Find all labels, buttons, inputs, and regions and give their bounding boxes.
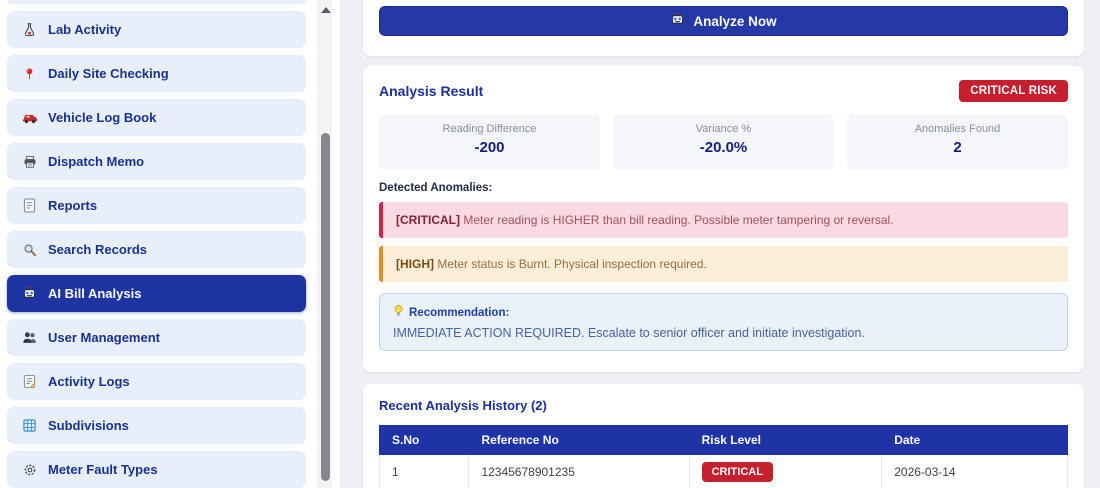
sidebar-item-label: Vehicle Log Book (48, 110, 157, 125)
sidebar-item-vehicle-log-book[interactable]: Vehicle Log Book (7, 99, 306, 136)
lab-flask-icon (21, 21, 38, 38)
metric-label: Anomalies Found (914, 123, 1001, 135)
map-pin-icon (21, 65, 38, 82)
history-card: Recent Analysis History (2) S.No Referenc… (363, 384, 1084, 488)
sidebar-scrollbar[interactable] (318, 0, 332, 488)
metric-value: 2 (953, 139, 962, 156)
analysis-result-title: Analysis Result (379, 83, 484, 99)
scrollbar-thumb[interactable] (321, 133, 330, 481)
recommendation-box: Recommendation: IMMEDIATE ACTION REQUIRE… (379, 293, 1068, 351)
sidebar-item-label: User Management (48, 330, 160, 345)
memo-icon (21, 373, 38, 390)
risk-level-badge: CRITICAL RISK (959, 80, 1068, 102)
cell-risk: CRITICAL (688, 454, 883, 488)
sidebar-item-search-records[interactable]: Search Records (7, 231, 306, 268)
grid-icon (21, 417, 38, 434)
sidebar-item-lab-activity[interactable]: Lab Activity (7, 11, 306, 48)
sidebar-item-partial (7, 0, 306, 4)
anomaly-text: Meter reading is HIGHER than bill readin… (463, 213, 894, 227)
anomalies-list: [CRITICAL] Meter reading is HIGHER than … (379, 202, 1068, 282)
detected-anomalies-label: Detected Anomalies: (379, 182, 493, 194)
document-icon (21, 197, 38, 214)
robot-icon (670, 12, 685, 30)
sidebar-item-label: Reports (48, 198, 98, 213)
sidebar-item-meter-fault-types[interactable]: Meter Fault Types (7, 451, 306, 488)
metrics-row: Reading Difference -200 Variance % -20.0… (379, 114, 1068, 170)
scroll-up-arrow-icon[interactable] (321, 7, 331, 13)
bulb-icon (393, 304, 404, 321)
metric-box: Variance % -20.0% (613, 114, 834, 170)
sidebar-item-user-management[interactable]: User Management (7, 319, 306, 356)
car-icon (21, 109, 38, 126)
recommendation-title: Recommendation: (409, 306, 510, 319)
search-icon (21, 241, 38, 258)
sidebar-item-dispatch-memo[interactable]: Dispatch Memo (7, 143, 306, 180)
anomaly-alert: [HIGH] Meter status is Burnt. Physical i… (379, 246, 1068, 282)
sidebar-item-label: Daily Site Checking (48, 66, 169, 81)
sidebar-item-daily-site-checking[interactable]: Daily Site Checking (7, 55, 306, 92)
metric-box: Reading Difference -200 (379, 114, 600, 170)
metric-value: -20.0% (699, 139, 748, 156)
sidebar-nav-list: Lab Activity Daily Site Checking Vehicle… (7, 0, 306, 488)
metric-label: Variance % (695, 123, 752, 135)
sidebar-item-subdivisions[interactable]: Subdivisions (7, 407, 306, 444)
users-icon (21, 329, 38, 346)
analyze-card: Analyze Now (363, 0, 1084, 56)
gear-icon (21, 461, 38, 478)
history-title: Recent Analysis History (2) (379, 398, 547, 413)
anomaly-severity: [CRITICAL] (396, 213, 460, 227)
history-table: S.No Reference No Risk Level Date 1 1234567… (378, 425, 1068, 488)
anomaly-severity: [HIGH] (396, 257, 434, 271)
sidebar: Lab Activity Daily Site Checking Vehicle… (0, 0, 340, 488)
sidebar-item-reports[interactable]: Reports (7, 187, 306, 224)
sidebar-item-label: Dispatch Memo (48, 154, 145, 169)
column-header-date: Date (881, 425, 1068, 455)
analyze-now-label: Analyze Now (693, 13, 777, 29)
printer-icon (21, 153, 38, 170)
history-header-row: S.No Reference No Risk Level Date (378, 425, 1068, 455)
sidebar-item-label: Meter Fault Types (48, 462, 158, 477)
sidebar-item-activity-logs[interactable]: Activity Logs (7, 363, 306, 400)
risk-badge: CRITICAL (701, 462, 773, 482)
column-header-reference-no: Reference No (468, 425, 690, 455)
metric-value: -200 (474, 139, 505, 156)
column-header-s-no: S.No (378, 425, 470, 455)
cell-reference: 12345678901235 (468, 454, 690, 488)
sidebar-item-label: Subdivisions (48, 418, 129, 433)
anomaly-text: Meter status is Burnt. Physical inspecti… (437, 257, 707, 271)
metric-label: Reading Difference (442, 123, 537, 135)
sidebar-item-label: Lab Activity (48, 22, 122, 37)
metric-box: Anomalies Found 2 (847, 114, 1068, 170)
recommendation-text: IMMEDIATE ACTION REQUIRED. Escalate to s… (393, 326, 865, 340)
sidebar-item-ai-bill-analysis[interactable]: AI Bill Analysis (7, 275, 306, 312)
sidebar-item-label: Search Records (48, 242, 147, 257)
cell-date: 2026-03-14 (881, 454, 1068, 488)
sidebar-item-label: Activity Logs (48, 374, 130, 389)
anomaly-alert: [CRITICAL] Meter reading is HIGHER than … (379, 202, 1068, 238)
analyze-now-button[interactable]: Analyze Now (379, 6, 1068, 36)
column-header-risk-level: Risk Level (688, 425, 883, 455)
analysis-result-card: Analysis Result CRITICAL RISK Reading Di… (363, 66, 1084, 372)
table-row: 1 12345678901235 CRITICAL 2026-03-14 (378, 454, 1068, 488)
robot-icon (21, 285, 38, 302)
sidebar-item-label: AI Bill Analysis (48, 286, 142, 301)
cell-sno: 1 (378, 454, 470, 488)
